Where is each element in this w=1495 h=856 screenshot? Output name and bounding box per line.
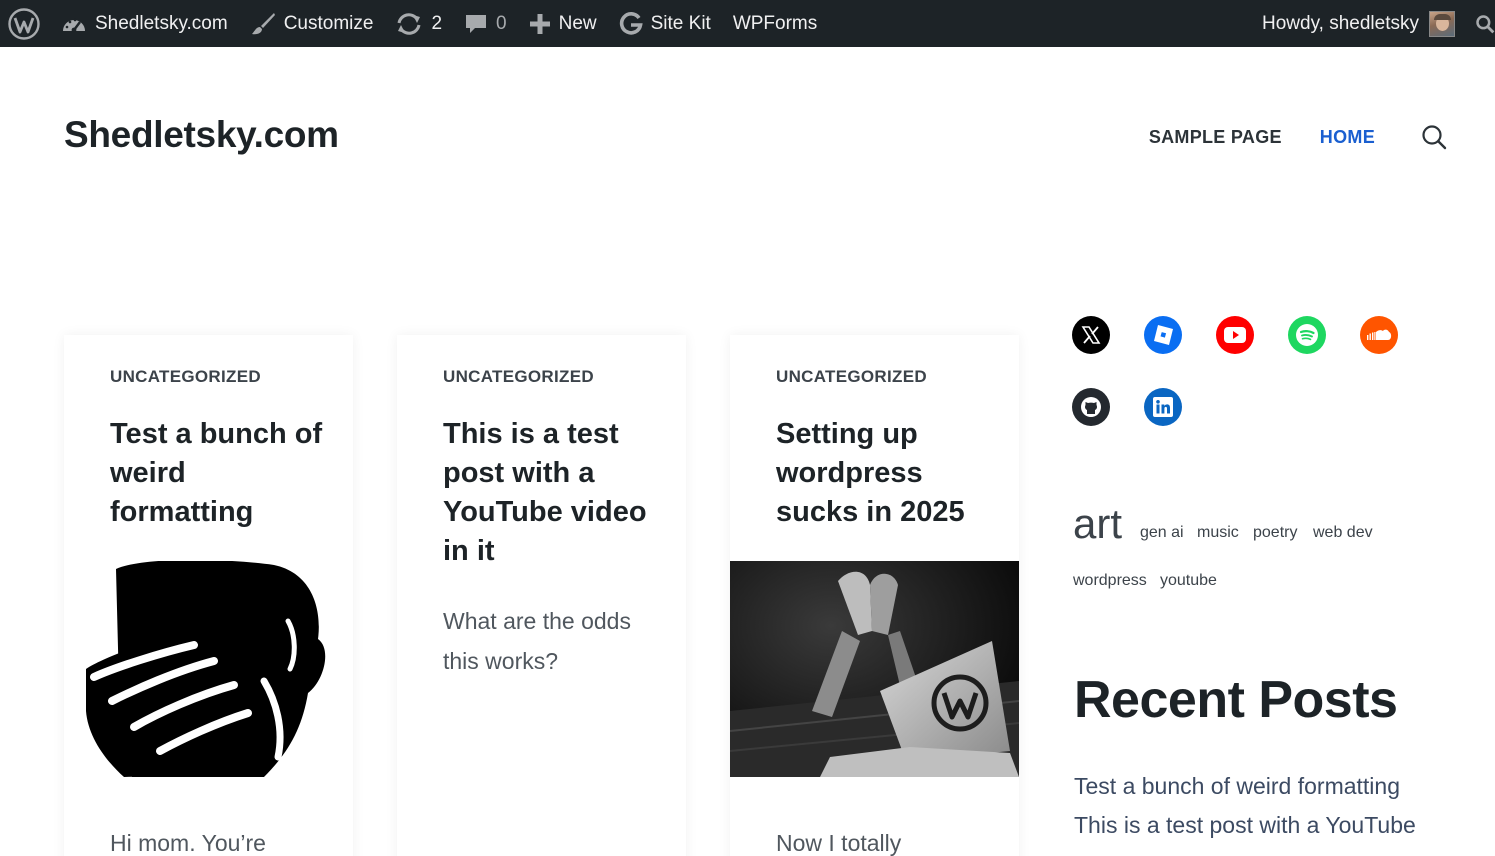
comment-bubble-icon [466,14,487,33]
admin-search-button[interactable] [1475,0,1495,47]
tag-link[interactable]: music [1197,524,1239,542]
avatar [1429,10,1455,37]
howdy-label: Howdy, shedletsky [1262,12,1419,34]
site-name-label: Shedletsky.com [95,12,228,34]
tag-link[interactable]: youtube [1160,572,1217,590]
search-icon[interactable] [1421,124,1447,150]
post-card: UNCATEGORIZED This is a test post with a… [397,335,686,856]
my-account-link[interactable]: Howdy, shedletsky [1251,0,1475,47]
post-title[interactable]: Test a bunch of weird formatting [110,415,330,532]
spotify-icon[interactable] [1288,316,1326,354]
updates-icon [397,12,421,35]
customize-link[interactable]: Customize [239,0,385,47]
post-card: UNCATEGORIZED Test a bunch of weird form… [64,335,353,856]
recent-post-link[interactable]: This is a test post with a YouTube [1074,812,1416,839]
tag-link[interactable]: web dev [1313,524,1373,542]
post-excerpt: What are the odds this works? [443,608,631,674]
tag-link[interactable]: art [1073,500,1122,548]
github-icon[interactable] [1072,388,1110,426]
wordpress-logo-button[interactable] [0,0,50,47]
roblox-icon[interactable] [1144,316,1182,354]
wpforms-link[interactable]: WPForms [722,0,828,47]
search-icon [1476,14,1495,33]
nav-home[interactable]: HOME [1320,127,1375,148]
wordpress-icon [8,7,40,40]
comments-link[interactable]: 0 [453,0,518,47]
site-title[interactable]: Shedletsky.com [64,114,339,156]
soundcloud-icon[interactable] [1360,316,1398,354]
new-content-link[interactable]: New [518,0,608,47]
post-card: UNCATEGORIZED Setting up wordpress sucks… [730,335,1019,856]
google-g-icon [619,11,643,35]
admin-bar-secondary: Howdy, shedletsky [1251,0,1495,47]
wpforms-label: WPForms [732,12,818,34]
x-icon[interactable] [1072,316,1110,354]
post-title[interactable]: Setting up wordpress sucks in 2025 [776,415,996,532]
nav-sample-page[interactable]: SAMPLE PAGE [1149,127,1282,148]
site-kit-label: Site Kit [650,12,711,34]
post-category[interactable]: UNCATEGORIZED [443,367,594,387]
post-title[interactable]: This is a test post with a YouTube video… [443,415,663,571]
updates-link[interactable]: 2 [384,0,453,47]
new-label: New [558,12,597,34]
post-category[interactable]: UNCATEGORIZED [110,367,261,387]
plus-icon [529,13,550,34]
youtube-icon[interactable] [1216,316,1254,354]
paintbrush-icon [251,12,275,34]
primary-navigation: SAMPLE PAGE HOME [1149,124,1447,150]
dashboard-icon [63,18,85,32]
updates-count: 2 [431,12,443,34]
post-excerpt: Now I totally [776,830,902,856]
recent-post-link[interactable]: Test a bunch of weird formatting [1074,773,1400,800]
post-excerpt: Hi mom. You’re [110,830,266,856]
tag-link[interactable]: poetry [1253,524,1297,542]
admin-bar: Shedletsky.com Customize 2 0 New Site Ki… [0,0,1495,47]
post-category[interactable]: UNCATEGORIZED [776,367,927,387]
linkedin-icon[interactable] [1144,388,1182,426]
customize-label: Customize [283,12,374,34]
facepalm-icon[interactable] [64,561,353,777]
comments-count: 0 [496,12,507,34]
frustrated-laptop-photo[interactable] [730,561,1019,777]
recent-posts-title: Recent Posts [1074,671,1398,729]
site-name-link[interactable]: Shedletsky.com [50,0,239,47]
tag-link[interactable]: gen ai [1140,524,1184,542]
tag-link[interactable]: wordpress [1073,572,1147,590]
site-kit-link[interactable]: Site Kit [608,0,722,47]
